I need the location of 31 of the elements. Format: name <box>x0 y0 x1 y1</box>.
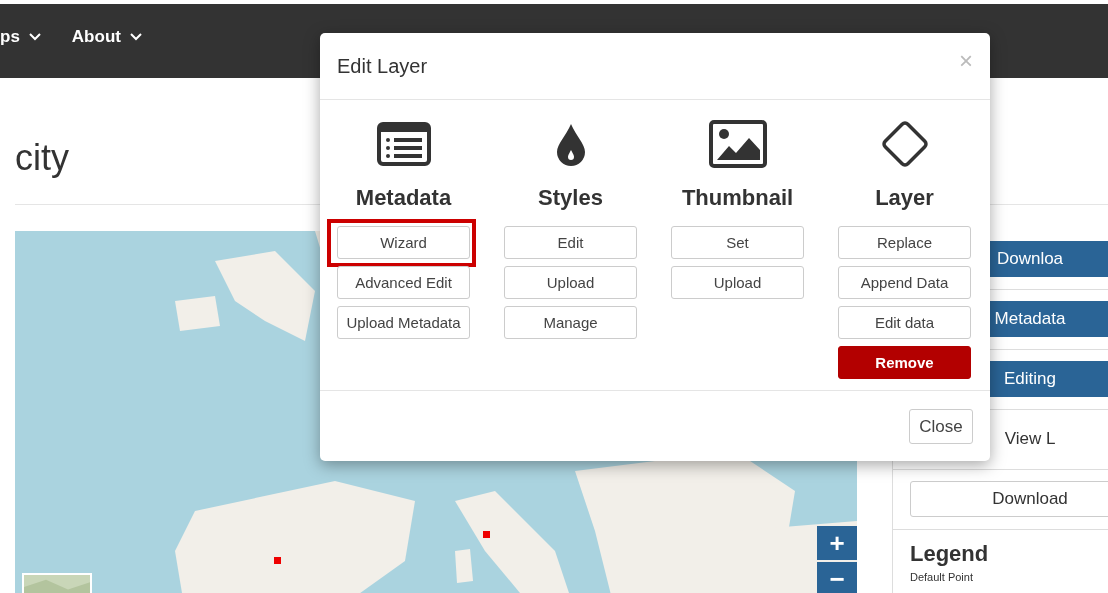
dialog-button[interactable]: Upload <box>671 266 804 299</box>
image-icon <box>708 120 767 168</box>
sidebar-button[interactable]: Download <box>910 481 1108 517</box>
page-title: city <box>15 138 69 178</box>
section-heading: Styles <box>538 185 603 211</box>
dialog-button[interactable]: Upload <box>504 266 637 299</box>
dialog-button[interactable]: Wizard <box>337 226 470 259</box>
legend-title: Legend <box>910 541 990 567</box>
drop-icon <box>555 122 586 166</box>
section-heading: Layer <box>875 185 934 211</box>
dialog-button[interactable]: Edit <box>504 226 637 259</box>
zoom-in-button[interactable]: + <box>817 526 857 560</box>
zoom-out-button[interactable]: − <box>817 562 857 593</box>
dialog-button[interactable]: Remove <box>838 346 971 379</box>
chevron-down-icon <box>128 32 143 42</box>
nav-menu[interactable]: ps <box>0 27 42 47</box>
legend-item: Default Point <box>910 571 974 583</box>
dialog-button[interactable]: Advanced Edit <box>337 266 470 299</box>
dialog-button[interactable]: Set <box>671 226 804 259</box>
chevron-down-icon <box>27 32 42 42</box>
dialog-button[interactable]: Replace <box>838 226 971 259</box>
dialog-button[interactable]: Manage <box>504 306 637 339</box>
section-heading: Thumbnail <box>681 185 794 211</box>
dialog-button[interactable]: Upload Metadata <box>337 306 470 339</box>
list-icon <box>376 122 431 166</box>
close-button[interactable]: Close <box>909 409 973 444</box>
dialog-title: Edit Layer <box>337 54 428 78</box>
dialog-button[interactable]: Append Data <box>838 266 971 299</box>
nav-menu[interactable]: About <box>71 27 143 47</box>
section-heading: Metadata <box>355 185 452 211</box>
dialog-button[interactable]: Edit data <box>838 306 971 339</box>
